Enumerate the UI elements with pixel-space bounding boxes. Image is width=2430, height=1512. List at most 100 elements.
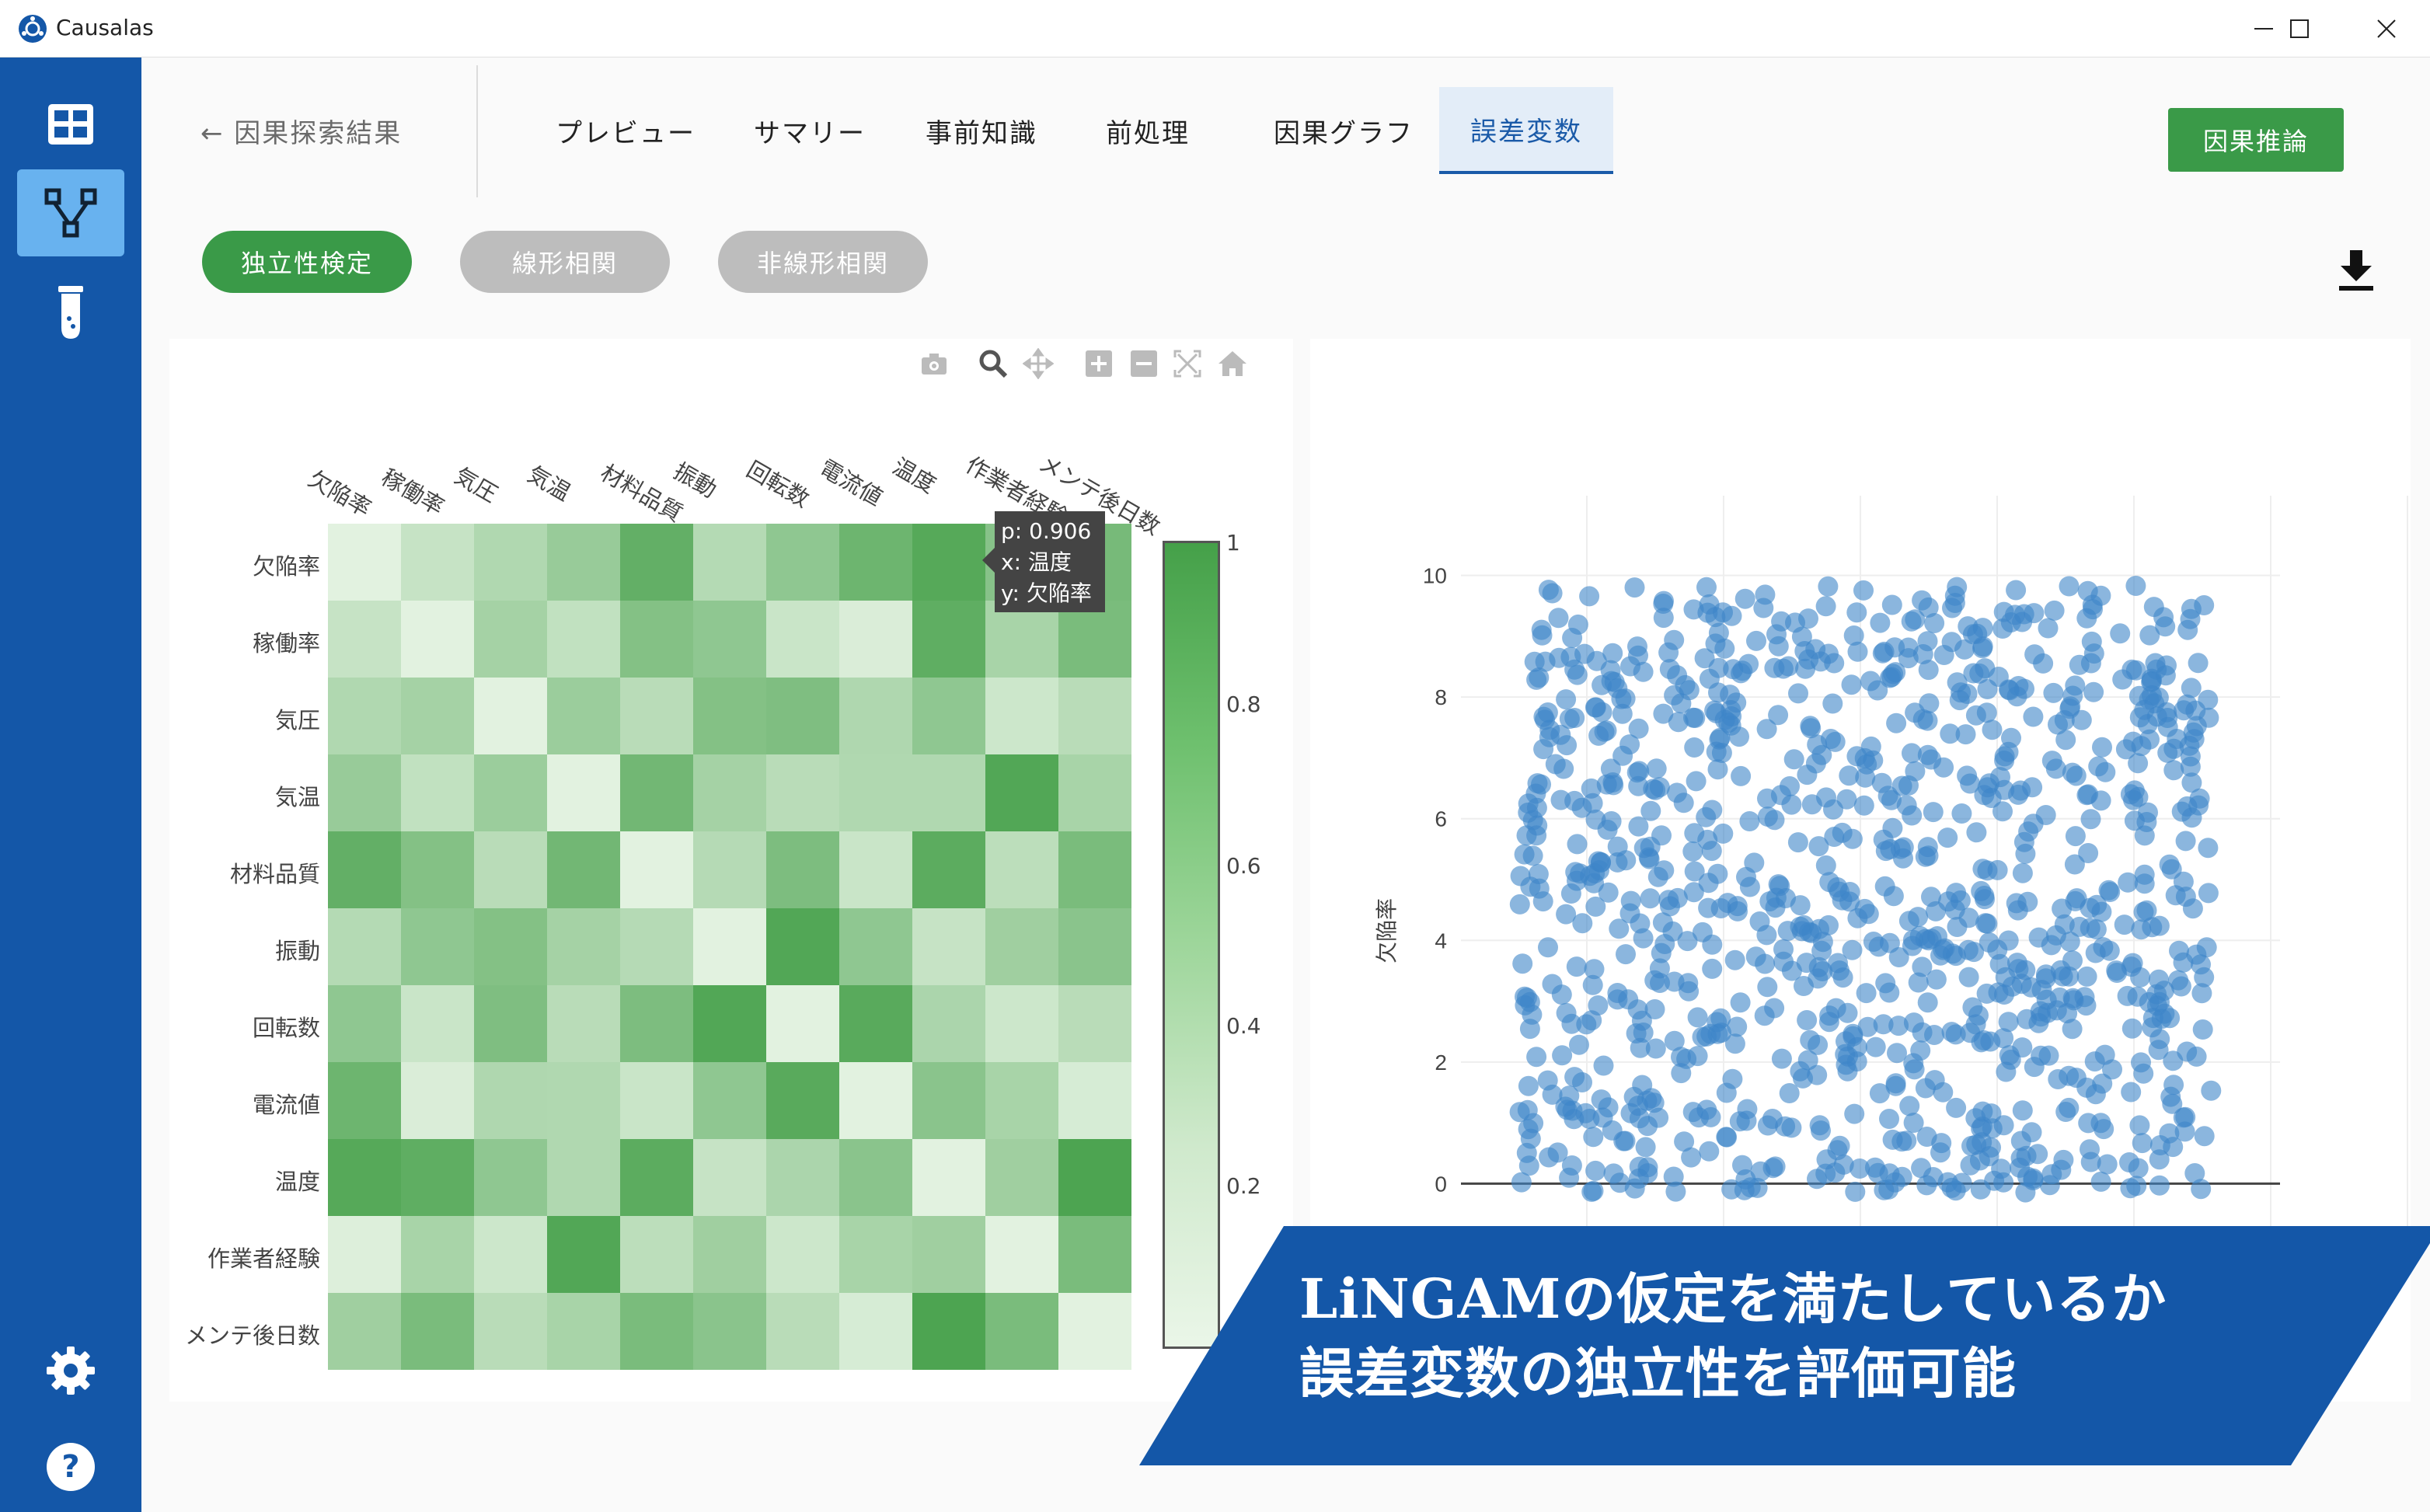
sidebar-item-experiment[interactable] [17,269,124,356]
scatter-point [2054,914,2075,935]
autoscale-icon[interactable] [1172,348,1203,379]
scatter-point [1687,1046,1708,1067]
scatter-point [2024,644,2045,665]
scatter-point [1778,656,1799,677]
scatter-point [2006,580,2027,601]
scatter-point [2121,1082,2142,1103]
scatter-point [1509,1102,1530,1123]
scatter-point [2052,966,2073,987]
tab-prior-knowledge[interactable]: 事前知識 [915,87,1048,174]
scatter-point [1863,932,1884,952]
scatter-point [1542,974,1563,995]
pan-icon[interactable] [1023,348,1054,379]
tab-preprocessing[interactable]: 前処理 [1097,87,1198,174]
scatter-point [1975,889,1995,910]
scatter-point [1512,953,1533,974]
tooltip-y-value: y: 欠陥率 [1001,580,1092,606]
scatter-point [1919,693,1940,714]
scatter-point [2012,1100,2033,1121]
scatter-point [1976,702,1997,723]
scatter-point [2198,689,2219,710]
scatter-point [1773,951,1794,972]
scatter-point [2124,780,2145,801]
scatter-point [2117,985,2138,1006]
scatter-point [2157,708,2178,728]
scatter-point [1637,1163,1658,1184]
zoom-out-icon[interactable] [1128,348,1159,379]
zoom-in-icon[interactable] [1083,348,1114,379]
scatter-point [1933,1082,1954,1103]
back-link[interactable]: ← 因果探索結果 [200,112,402,150]
scatter-point [2000,1049,2021,1070]
scatter-point [1702,958,1723,979]
sidebar-item-causal-graph[interactable] [17,169,124,256]
heatmap-y-label: 作業者経験 [207,1245,320,1272]
scatter-point [1612,745,1633,766]
scatter-point [1945,946,1966,967]
colorbar-tick: 0.4 [1226,1013,1261,1039]
settings-button[interactable] [17,1327,124,1414]
tooltip-p-value: p: 0.906 [1001,518,1092,544]
scatter-point [1726,692,1747,713]
scatter-point [1559,1167,1580,1188]
scatter-point [2125,576,2146,596]
zoom-icon[interactable] [978,348,1009,379]
scatter-point [2134,864,2155,885]
heatmap-tooltip: p: 0.906 x: 温度 y: 欠陥率 [995,511,1105,612]
help-button[interactable]: ? [17,1423,124,1510]
scatter-point [1865,1036,1886,1057]
scatter-point [1994,751,2015,771]
chip-independence-test[interactable]: 独立性検定 [202,231,412,293]
scatter-point [2102,1059,2122,1080]
scatter-point [1560,883,1581,904]
download-icon[interactable] [2338,249,2375,292]
scatter-point [1916,1175,1937,1196]
scatter-point [2080,653,2101,674]
scatter-point [1509,894,1530,915]
scatter-point [1917,744,1938,765]
scatter-point [1705,607,1726,628]
scatter-y-axis-label: 欠陥率 [1375,898,1399,963]
scatter-point [1696,807,1717,827]
scatter-point [1856,983,1877,1004]
tab-error-variables[interactable]: 誤差変数 [1439,87,1613,174]
scatter-point [1707,759,1728,780]
scatter-point [1653,608,1674,629]
scatter-point [2092,737,2112,758]
scatter-point [1991,1158,2012,1179]
scatter-point [2059,932,2080,952]
scatter-point [2175,831,2196,852]
tab-summary[interactable]: サマリー [732,87,887,174]
scatter-point [2149,1029,2170,1050]
scatter-point [2163,760,2184,781]
scatter-point [1584,873,1605,894]
camera-icon[interactable] [919,348,950,379]
scatter-point [1746,630,1766,651]
scatter-point [1531,619,1552,640]
scatter-point [1694,648,1715,669]
scatter-point [1794,641,1815,661]
colorbar [1163,541,1220,1349]
scatter-point [1915,1078,1936,1099]
close-button[interactable] [2344,0,2429,57]
scatter-point [2133,1063,2154,1084]
tooltip-x-value: x: 温度 [1001,549,1072,575]
maximize-button[interactable] [2257,0,2342,57]
chip-linear-correlation[interactable]: 線形相関 [460,231,670,293]
sidebar-item-grid[interactable] [17,81,124,168]
scatter-point [1762,1158,1783,1179]
chip-nonlinear-correlation[interactable]: 非線形相関 [718,231,928,293]
scatter-point [1926,969,1947,990]
home-icon[interactable] [1217,348,1248,379]
scatter-point [1628,816,1649,837]
scatter-point [1808,968,1829,989]
scatter-point [1562,628,1583,648]
tab-causal-graph[interactable]: 因果グラフ [1254,87,1433,174]
banner-line-1: LiNGAMの仮定を満たしているか [1299,1266,2167,1331]
scatter-points [1509,576,2222,1203]
scatter-point [2192,1019,2213,1040]
causal-inference-button[interactable]: 因果推論 [2168,108,2344,172]
scatter-point [2162,1093,2183,1114]
scatter-point [1875,841,1896,862]
tab-preview[interactable]: プレビュー [536,87,715,174]
